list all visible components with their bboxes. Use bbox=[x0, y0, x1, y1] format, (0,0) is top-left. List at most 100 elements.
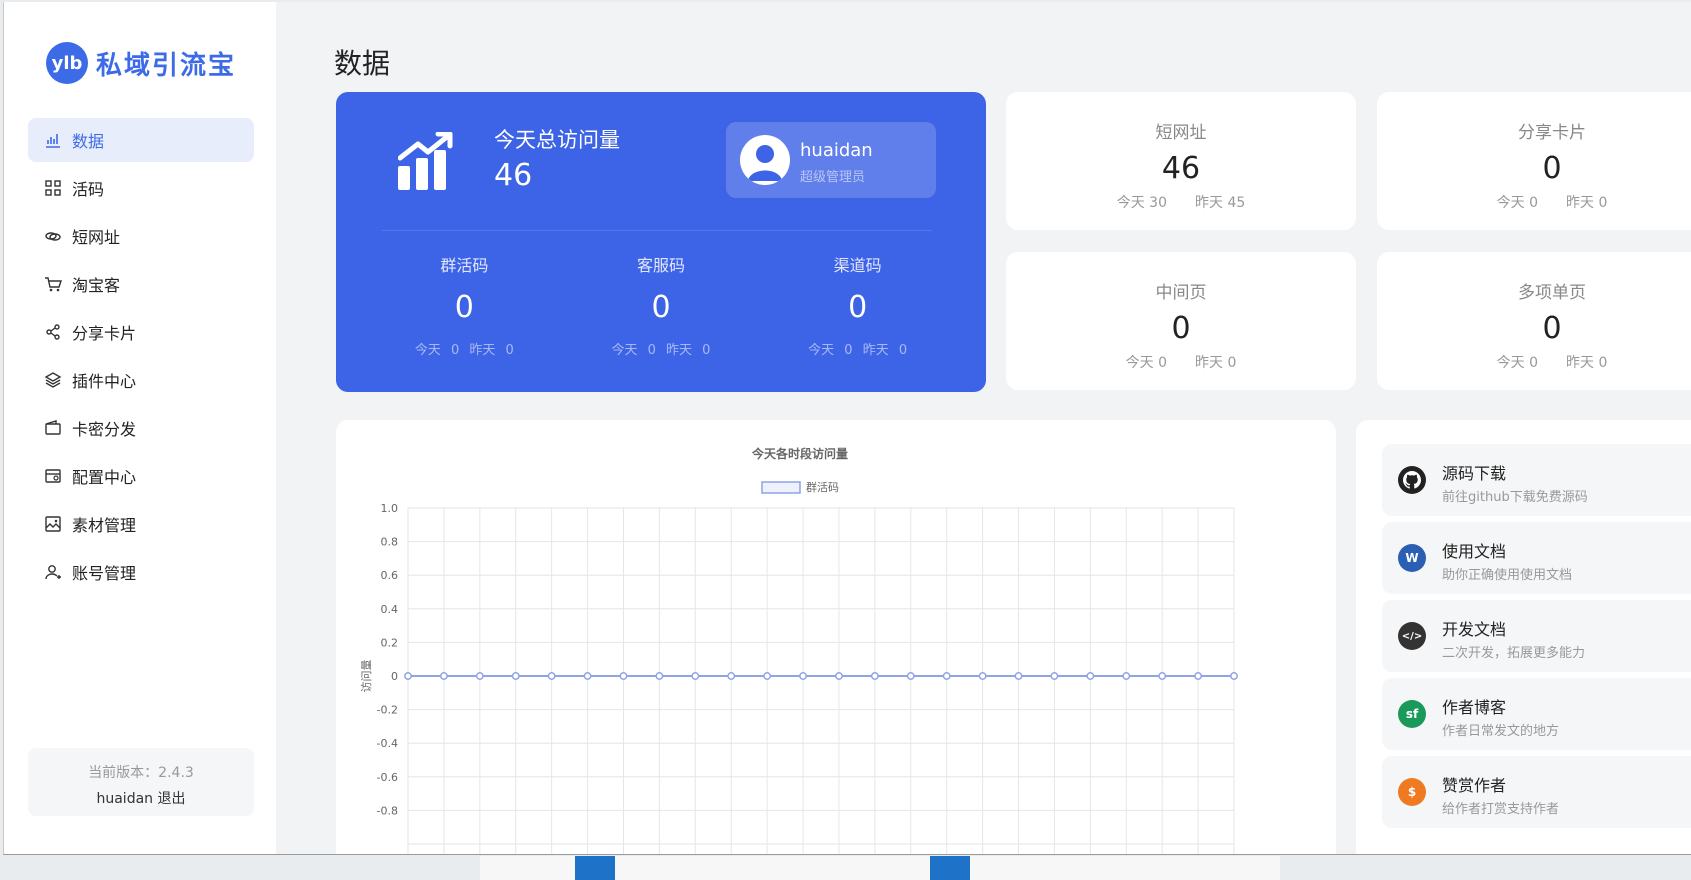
card-value: 0 bbox=[1171, 311, 1191, 346]
sidebar-item-plugins[interactable]: 插件中心 bbox=[28, 358, 254, 402]
stat-card-midpage: 中间页 0 今天 0 昨天 0 bbox=[1006, 252, 1356, 390]
data-point bbox=[763, 672, 772, 680]
sidebar-item-sharecard[interactable]: 分享卡片 bbox=[28, 310, 254, 354]
card-label: 短网址 bbox=[1155, 123, 1207, 143]
card-value: 46 bbox=[1161, 151, 1201, 186]
y-tick-label: 0.6 bbox=[381, 569, 399, 582]
link-desc: 作者日常发文的地方 bbox=[1442, 724, 1560, 739]
data-point bbox=[475, 672, 484, 680]
sidebar-item-taobaoke[interactable]: 淘宝客 bbox=[28, 262, 254, 306]
settings-card-icon bbox=[44, 467, 62, 485]
y-tick-label: 0.2 bbox=[381, 636, 399, 649]
user-avatar-icon bbox=[748, 145, 782, 181]
sidebar-item-label: 卡密分发 bbox=[72, 420, 137, 439]
card-label: 中间页 bbox=[1155, 283, 1207, 303]
y-tick-label: 0 bbox=[391, 670, 398, 683]
github-icon bbox=[1398, 466, 1426, 494]
data-point bbox=[511, 672, 520, 680]
card-yesterday: 昨天 0 bbox=[1566, 195, 1608, 211]
link-author-blog[interactable]: sf 作者博客 作者日常发文的地方 › bbox=[1382, 678, 1691, 750]
data-point bbox=[978, 672, 987, 680]
card-value: 0 bbox=[1542, 311, 1562, 346]
code-icon: </> bbox=[1398, 622, 1426, 650]
card-yesterday: 昨天 0 bbox=[1566, 355, 1608, 371]
background-tile bbox=[930, 856, 970, 880]
sidebar-item-config[interactable]: 配置中心 bbox=[28, 454, 254, 498]
stat-today: 今天 0 bbox=[414, 343, 460, 358]
data-point bbox=[691, 672, 700, 680]
version-box: 当前版本：2.4.3 huaidan 退出 bbox=[28, 748, 254, 816]
logo[interactable]: ylb 私域引流宝 bbox=[46, 42, 236, 84]
stat-sub: 今天 0 昨天 0 bbox=[571, 339, 751, 358]
overview-stats: 群活码 0 今天 0 昨天 0 客服码 0 今天 0 昨天 0 渠道码 0 今天… bbox=[336, 252, 986, 358]
today-visits-value: 46 bbox=[494, 158, 533, 193]
card-sub: 今天 30 昨天 45 bbox=[1006, 192, 1356, 212]
stat-value: 0 bbox=[651, 290, 671, 325]
data-point bbox=[799, 672, 807, 680]
link-usage-docs[interactable]: W 使用文档 助你正确使用使用文档 › bbox=[1382, 522, 1691, 594]
legend-label: 群活码 bbox=[806, 480, 839, 494]
sidebar-item-accounts[interactable]: 账号管理 bbox=[28, 550, 254, 594]
data-point bbox=[583, 672, 592, 680]
profile-role: 超级管理员 bbox=[800, 170, 866, 185]
sidebar-item-livecode[interactable]: 活码 bbox=[28, 166, 254, 210]
profile-name: huaidan bbox=[800, 140, 873, 161]
sidebar: ylb 私域引流宝 数据 活码 短网址 淘宝客 分享卡片 插件中心 卡密分发 配… bbox=[4, 2, 276, 854]
data-point bbox=[1014, 672, 1023, 680]
card-label: 分享卡片 bbox=[1518, 123, 1586, 143]
money-icon: $ bbox=[1398, 778, 1426, 806]
y-tick-label: -0.4 bbox=[377, 737, 398, 750]
card-sub: 今天 0 昨天 0 bbox=[1377, 352, 1691, 372]
logout-link[interactable]: 退出 bbox=[158, 791, 186, 807]
visits-line-chart: 今天各时段访问量群活码 1.0 0.8 0.6 0.4 0.2 0 -0.2 -0.4 -0.6 -… bbox=[360, 446, 1238, 854]
sidebar-item-data[interactable]: 数据 bbox=[28, 118, 254, 162]
stat-value: 0 bbox=[454, 290, 474, 325]
stat-label: 客服码 bbox=[636, 256, 685, 275]
data-point bbox=[727, 672, 736, 680]
data-point bbox=[1050, 672, 1059, 680]
link-dev-docs[interactable]: </> 开发文档 二次开发，拓展更多能力 › bbox=[1382, 600, 1691, 672]
data-point bbox=[870, 672, 879, 680]
data-point bbox=[835, 672, 843, 680]
stat-group-livecode: 群活码 0 今天 0 昨天 0 bbox=[374, 252, 554, 358]
sidebar-item-shorturl[interactable]: 短网址 bbox=[28, 214, 254, 258]
card-today: 今天 0 bbox=[1496, 355, 1538, 371]
data-point bbox=[942, 672, 951, 680]
sidebar-item-label: 数据 bbox=[72, 132, 105, 151]
y-tick-label: -0.6 bbox=[377, 771, 398, 784]
wallet-icon bbox=[44, 419, 62, 437]
sidebar-item-label: 账号管理 bbox=[72, 564, 137, 583]
sidebar-item-label: 配置中心 bbox=[72, 468, 137, 487]
word-doc-icon: W bbox=[1398, 544, 1426, 572]
card-yesterday: 昨天 45 bbox=[1195, 195, 1246, 211]
logo-text: 私域引流宝 bbox=[96, 50, 237, 81]
layers-icon bbox=[44, 371, 62, 389]
legend-swatch bbox=[761, 481, 801, 494]
user-add-icon bbox=[44, 563, 62, 581]
stat-card-multipage: 多项单页 0 今天 0 昨天 0 bbox=[1377, 252, 1691, 390]
link-tip-author[interactable]: $ 赞赏作者 给作者打赏支持作者 › bbox=[1382, 756, 1691, 828]
profile-box[interactable]: huaidan 超级管理员 bbox=[726, 122, 936, 198]
sidebar-item-materials[interactable]: 素材管理 bbox=[28, 502, 254, 546]
data-point bbox=[1194, 672, 1203, 680]
sidebar-item-label: 淘宝客 bbox=[72, 276, 121, 295]
stat-service-code: 客服码 0 今天 0 昨天 0 bbox=[571, 252, 751, 358]
data-point bbox=[906, 672, 915, 680]
avatar bbox=[740, 135, 790, 185]
stat-card-shorturl: 短网址 46 今天 30 昨天 45 bbox=[1006, 92, 1356, 230]
stat-value: 0 bbox=[848, 290, 868, 325]
overview-card: 今天总访问量 46 huaidan 超级管理员 群活码 0 今天 0 昨天 0 bbox=[336, 92, 986, 392]
visits-chart-card: 今天各时段访问量 群活码 1.0 0.8 0.6 0.4 0.2 0 -0.2 -0.4 -0.6 -… bbox=[336, 420, 1336, 854]
link-desc: 前往github下载免费源码 bbox=[1442, 490, 1588, 505]
y-axis-label: 访问量 bbox=[360, 660, 373, 693]
stat-label: 群活码 bbox=[440, 256, 489, 275]
link-source-download[interactable]: 源码下载 前往github下载免费源码 › bbox=[1382, 444, 1691, 516]
stat-today: 今天 0 bbox=[808, 343, 853, 358]
data-point bbox=[1230, 672, 1238, 680]
sidebar-item-cardkey[interactable]: 卡密分发 bbox=[28, 406, 254, 450]
data-point bbox=[1158, 672, 1167, 680]
stat-yesterday: 昨天 0 bbox=[469, 343, 514, 358]
card-value: 0 bbox=[1542, 151, 1562, 186]
data-point bbox=[404, 672, 412, 680]
sidebar-item-label: 分享卡片 bbox=[72, 324, 137, 343]
